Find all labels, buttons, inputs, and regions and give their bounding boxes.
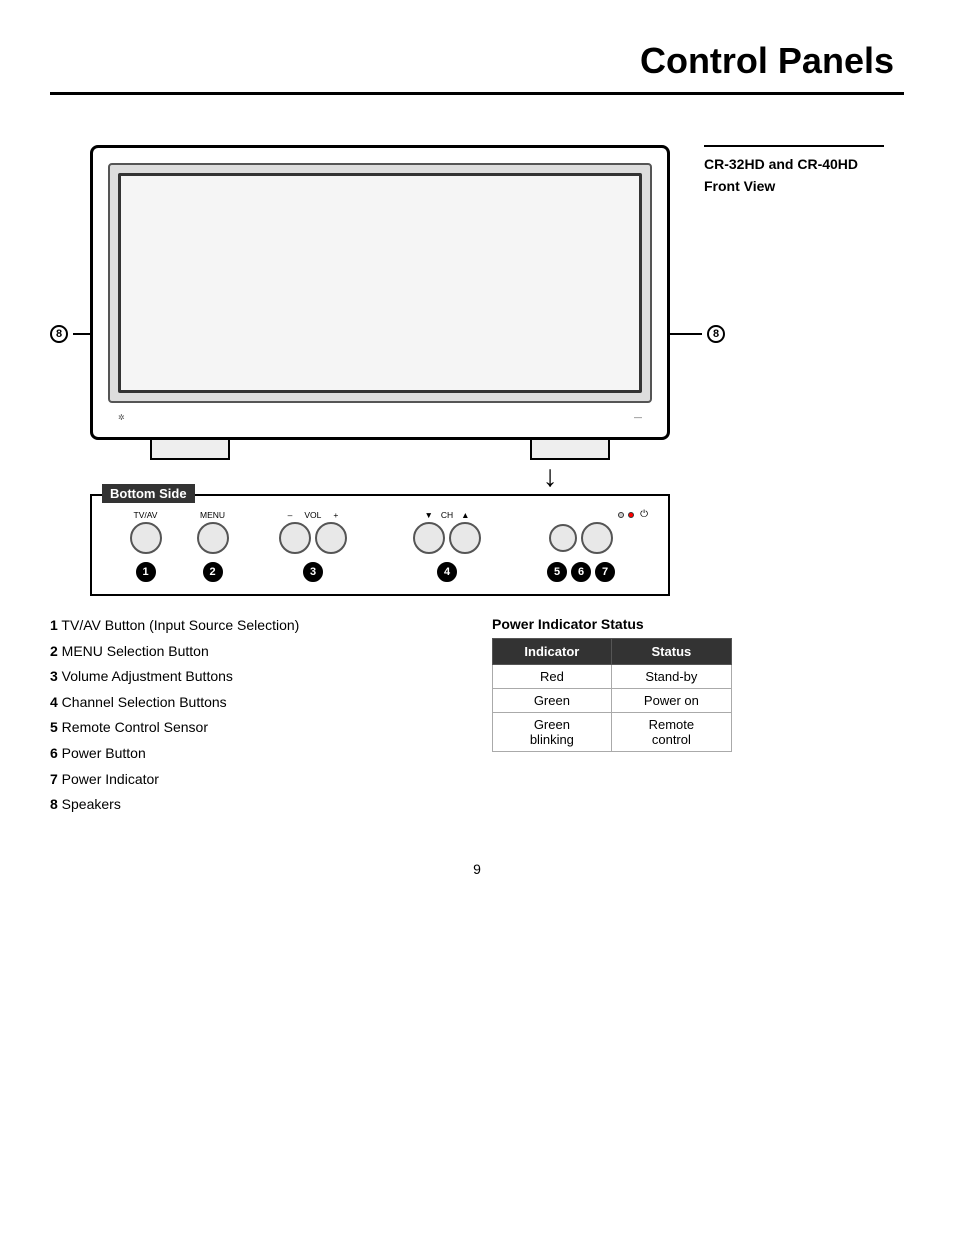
- list-item-1: 1 TV/AV Button (Input Source Selection): [50, 616, 462, 636]
- button-circle-6: [581, 522, 613, 554]
- numbered-list: 1 TV/AV Button (Input Source Selection) 2…: [50, 616, 462, 821]
- tv-stands: [90, 440, 670, 460]
- list-item-6: 6 Power Button: [50, 744, 462, 764]
- button-circle-5: [549, 524, 577, 552]
- button-circle-3a: [279, 522, 311, 554]
- speaker-right: 8: [667, 325, 725, 343]
- num-1: 1: [112, 558, 179, 582]
- menu-label: MENU: [179, 510, 246, 520]
- button-circle-4a: [413, 522, 445, 554]
- button-circles: [104, 522, 656, 554]
- button-ch: [380, 522, 514, 554]
- num-567: 5 6 7: [514, 558, 648, 582]
- model-label: CR-32HD and CR-40HD Front View: [704, 153, 904, 198]
- speaker-left-number: 8: [50, 325, 68, 343]
- tvav-label: TV/AV: [112, 510, 179, 520]
- list-item-4: 4 Channel Selection Buttons: [50, 693, 462, 713]
- tv-area: 8 8 ✲ —: [50, 135, 684, 596]
- page-title: Control Panels: [0, 0, 954, 92]
- tv-diagram: ✲ —: [90, 145, 670, 440]
- list-item-3: 3 Volume Adjustment Buttons: [50, 667, 462, 687]
- model-label-bar: [704, 145, 884, 147]
- button-numbers: 1 2 3 4 5: [104, 554, 656, 582]
- list-item-8: 8 Speakers: [50, 795, 462, 815]
- labels-section: 1 TV/AV Button (Input Source Selection) 2…: [50, 616, 904, 821]
- button-circle-4b: [449, 522, 481, 554]
- power-indicator-title: Power Indicator Status: [492, 616, 904, 632]
- status-cell: Stand-by: [611, 665, 731, 689]
- button-circle-3b: [315, 522, 347, 554]
- ch-label: ▼ CH ▲: [380, 510, 514, 520]
- button-top-labels: TV/AV MENU – VOL +: [104, 504, 656, 520]
- vol-label: – VOL +: [246, 510, 380, 520]
- indicator-cell: Green blinking: [493, 713, 612, 752]
- table-row: RedStand-by: [493, 665, 732, 689]
- tv-screen: [118, 173, 642, 393]
- button-circle-2: [197, 522, 229, 554]
- bottom-side-label: Bottom Side: [102, 484, 195, 503]
- indicator-cell: Red: [493, 665, 612, 689]
- num-3: 3: [246, 558, 380, 582]
- indicator-table: Indicator Status RedStand-byGreenPower o…: [492, 638, 732, 752]
- page-number: 9: [50, 861, 904, 877]
- button-circle-1: [130, 522, 162, 554]
- indicator-dot-2: [628, 512, 634, 518]
- status-cell: Remote control: [611, 713, 731, 752]
- button-tvav: [112, 522, 179, 554]
- list-item-2: 2 MENU Selection Button: [50, 642, 462, 662]
- button-menu: [179, 522, 246, 554]
- tv-stand-right: [530, 440, 610, 460]
- side-model-label: CR-32HD and CR-40HD Front View: [704, 135, 904, 596]
- speaker-right-number: 8: [707, 325, 725, 343]
- power-indicators-label: ⏻: [514, 509, 648, 520]
- tv-bottom-bar: ✲ —: [108, 408, 652, 427]
- tv-stand-left: [150, 440, 230, 460]
- button-567: [514, 522, 648, 554]
- diagram-section: 8 8 ✲ —: [50, 135, 904, 596]
- indicator-dot-1: [618, 512, 624, 518]
- indicator-cell: Green: [493, 689, 612, 713]
- col-indicator: Indicator: [493, 639, 612, 665]
- num-4: 4: [380, 558, 514, 582]
- button-vol: [246, 522, 380, 554]
- power-indicator-section: Power Indicator Status Indicator Status …: [492, 616, 904, 821]
- table-row: GreenPower on: [493, 689, 732, 713]
- bottom-side-panel: Bottom Side TV/AV MENU – VOL: [90, 494, 670, 596]
- tv-bezel: [108, 163, 652, 403]
- table-row: Green blinkingRemote control: [493, 713, 732, 752]
- list-item-5: 5 Remote Control Sensor: [50, 718, 462, 738]
- list-item-7: 7 Power Indicator: [50, 770, 462, 790]
- arrow-down: ↓: [430, 462, 670, 492]
- col-status: Status: [611, 639, 731, 665]
- num-2: 2: [179, 558, 246, 582]
- status-cell: Power on: [611, 689, 731, 713]
